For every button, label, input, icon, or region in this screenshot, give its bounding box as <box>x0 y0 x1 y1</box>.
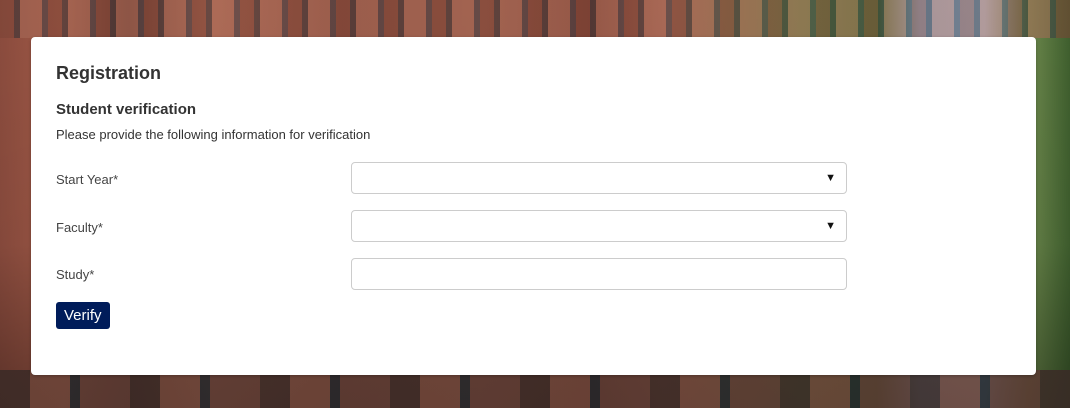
study-input[interactable] <box>352 259 846 289</box>
section-description: Please provide the following information… <box>56 127 371 142</box>
background-canal-bridge <box>0 370 1070 408</box>
caret-down-icon: ▼ <box>825 172 836 184</box>
background-building-facade <box>0 0 1070 38</box>
faculty-select[interactable]: ▼ <box>351 210 847 242</box>
start-year-label: Start Year* <box>56 172 119 187</box>
verify-button[interactable]: Verify <box>56 302 110 329</box>
page-title: Registration <box>56 63 162 83</box>
study-field[interactable] <box>351 258 847 290</box>
study-label: Study* <box>56 267 95 282</box>
start-year-select[interactable]: ▼ <box>351 162 847 194</box>
registration-card: Registration Student verification Please… <box>31 37 1036 375</box>
section-subtitle: Student verification <box>56 101 197 118</box>
caret-down-icon: ▼ <box>825 220 836 232</box>
faculty-label: Faculty* <box>56 220 103 235</box>
